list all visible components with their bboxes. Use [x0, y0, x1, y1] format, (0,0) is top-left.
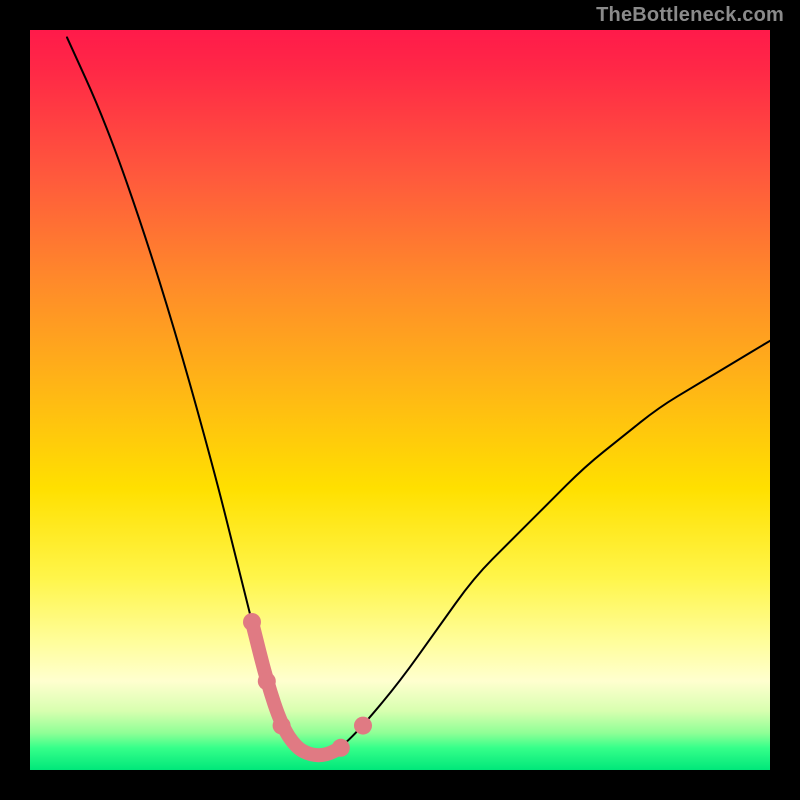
- attribution-label: TheBottleneck.com: [596, 4, 784, 27]
- highlight-dot: [354, 717, 372, 735]
- plot-area: [30, 30, 770, 770]
- bottleneck-curve: [67, 37, 770, 755]
- highlight-dot: [243, 613, 261, 631]
- chart-container: TheBottleneck.com: [0, 0, 800, 800]
- highlight-dot: [258, 672, 276, 690]
- chart-overlay: [30, 30, 770, 770]
- highlight-dot: [332, 739, 350, 757]
- highlight-dot: [273, 717, 291, 735]
